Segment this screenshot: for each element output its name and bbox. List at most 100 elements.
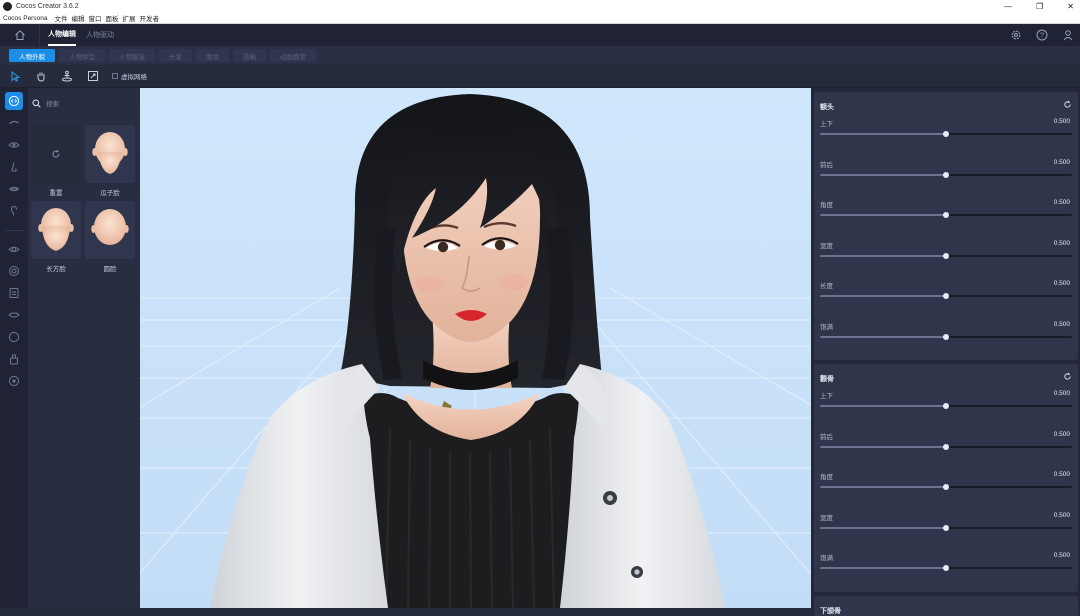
slider-handle[interactable]: [943, 212, 949, 218]
menu-developer[interactable]: 开发者: [139, 13, 159, 23]
slider-fill: [820, 254, 946, 257]
slider-handle[interactable]: [943, 333, 949, 340]
slider-fill: [820, 526, 946, 529]
user-icon[interactable]: [1062, 29, 1074, 41]
reset-icon[interactable]: [1063, 372, 1072, 381]
tab-character-edit[interactable]: 人物编辑: [48, 24, 76, 46]
slider-track[interactable]: [820, 293, 1072, 299]
slider-handle[interactable]: [943, 403, 949, 409]
rail-nose[interactable]: [5, 158, 23, 176]
home-icon: [14, 30, 25, 40]
slider-handle[interactable]: [943, 443, 949, 450]
tab-character-drive[interactable]: 人物驱动: [86, 24, 114, 46]
rotate-figure-icon: [62, 70, 72, 82]
slider-handle[interactable]: [943, 252, 949, 259]
virtual-grid-toggle[interactable]: 虚拟网格: [112, 71, 147, 81]
rail-eye[interactable]: [5, 136, 23, 154]
category-tabs: 人物外貌 人物体型 人物服装 头发 面妆 唇釉 动画面管: [0, 46, 1080, 65]
viewport-toolbar: 虚拟网格: [0, 65, 1080, 88]
rail-face-texture[interactable]: [5, 284, 23, 302]
slider-track[interactable]: [820, 565, 1072, 571]
restore-button[interactable]: ❐: [1036, 2, 1043, 11]
menu-extension[interactable]: 扩展: [122, 13, 135, 23]
slider-label: 长度: [820, 283, 833, 290]
face-outline-icon: [8, 331, 20, 343]
search-placeholder: 搜索: [46, 101, 59, 108]
slider-fill: [820, 133, 946, 135]
slider-value: 0.500: [1053, 430, 1070, 438]
slider-handle[interactable]: [943, 484, 949, 490]
subtab-appearance[interactable]: 人物外貌: [9, 49, 55, 62]
slider-track[interactable]: [820, 403, 1072, 409]
slider-handle[interactable]: [943, 171, 949, 178]
reset-icon[interactable]: [1063, 100, 1072, 109]
slider-label: 饱满: [820, 555, 833, 562]
home-button[interactable]: [0, 24, 40, 46]
preset-card-rectangular-face[interactable]: [31, 201, 81, 259]
slider-fill: [820, 295, 946, 297]
preset-label: 瓜子脸: [100, 190, 120, 197]
eye-makeup-icon: [8, 246, 20, 252]
rail-face-outline[interactable]: [5, 328, 23, 346]
menu-file[interactable]: 文件: [54, 13, 67, 23]
slider-handle[interactable]: [943, 565, 949, 571]
slider-fill: [820, 486, 946, 488]
rail-lips[interactable]: [5, 306, 23, 324]
subtab-lip-gloss[interactable]: 唇釉: [233, 49, 266, 62]
slider-track[interactable]: [820, 252, 1072, 259]
grid-checkbox[interactable]: [112, 73, 118, 79]
window-titlebar: Cocos Creator 3.6.2 — ❐ ✕: [0, 0, 1080, 13]
subtab-animation[interactable]: 动画面管: [270, 49, 316, 62]
preset-card-round-face[interactable]: [85, 201, 135, 259]
rail-palette[interactable]: [5, 372, 23, 390]
menu-panel[interactable]: 面板: [105, 13, 118, 23]
rail-eye-makeup[interactable]: [5, 240, 23, 258]
minimize-button[interactable]: —: [1004, 2, 1012, 11]
slider-label: 上下: [820, 121, 833, 128]
search-box[interactable]: 搜索: [32, 98, 59, 108]
slider-track[interactable]: [820, 524, 1072, 531]
rail-ear[interactable]: [5, 202, 23, 220]
subtab-clothing[interactable]: 人物服装: [109, 49, 155, 62]
subtab-hair[interactable]: 头发: [159, 49, 192, 62]
slider-handle[interactable]: [943, 131, 949, 137]
rail-face-shape[interactable]: [5, 92, 23, 110]
rail-eyebrow[interactable]: [5, 114, 23, 132]
preset-label: 重置: [49, 190, 63, 197]
3d-viewport[interactable]: [140, 88, 811, 608]
character-preview: [140, 94, 811, 608]
subtab-makeup[interactable]: 面妆: [196, 49, 229, 62]
slider-track[interactable]: [820, 131, 1072, 137]
settings-icon[interactable]: [1010, 29, 1022, 41]
slider-label: 角度: [820, 474, 833, 481]
preset-card-melon-seed-face[interactable]: [85, 125, 135, 183]
slider-track[interactable]: [820, 484, 1072, 490]
eye-icon: [8, 142, 20, 148]
slider-value: 0.500: [1053, 390, 1070, 397]
rotate-tool-button[interactable]: [60, 69, 74, 83]
preset-label: 圆脸: [103, 266, 117, 273]
slider-track[interactable]: [820, 212, 1072, 218]
rail-iris[interactable]: [5, 262, 23, 280]
slider-track[interactable]: [820, 333, 1072, 340]
slider-track[interactable]: [820, 443, 1072, 450]
help-icon[interactable]: ?: [1036, 29, 1048, 41]
close-button[interactable]: ✕: [1067, 2, 1074, 11]
select-tool-button[interactable]: [8, 69, 22, 83]
menu-window[interactable]: 窗口: [88, 13, 101, 23]
preset-label: 长方脸: [46, 266, 66, 273]
slider-track[interactable]: [820, 171, 1072, 178]
face-shape-icon: [8, 95, 20, 107]
rail-divider: [5, 230, 23, 231]
rail-bottle[interactable]: [5, 350, 23, 368]
feature-rail: [0, 88, 28, 608]
frame-tool-button[interactable]: [86, 69, 100, 83]
slider-label: 宽度: [820, 514, 833, 522]
menu-edit[interactable]: 编辑: [71, 13, 84, 23]
slider-handle[interactable]: [943, 524, 949, 531]
rail-mouth[interactable]: [5, 180, 23, 198]
slider-handle[interactable]: [943, 293, 949, 299]
subtab-body-shape[interactable]: 人物体型: [59, 49, 105, 62]
pan-tool-button[interactable]: [34, 69, 48, 83]
preset-card-reset[interactable]: [31, 125, 81, 183]
